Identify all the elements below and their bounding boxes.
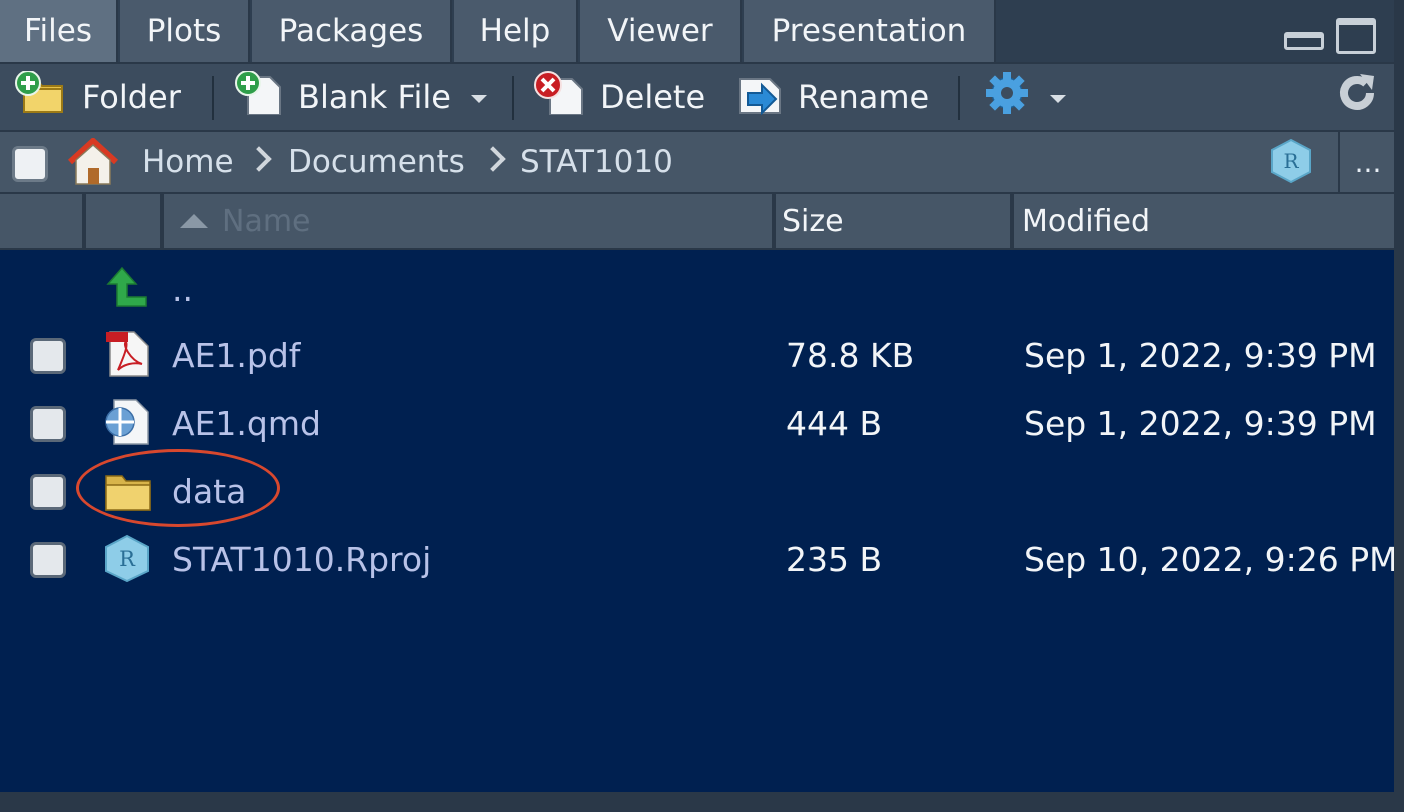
list-item-file[interactable]: AE1.qmd 444 B Sep 1, 2022, 9:39 PM [0, 390, 1394, 456]
breadcrumb-stat1010[interactable]: STAT1010 [520, 132, 673, 192]
tab-presentation[interactable]: Presentation [744, 0, 996, 62]
delete-icon [532, 71, 588, 123]
file-modified: Sep 1, 2022, 9:39 PM [1024, 403, 1377, 443]
select-all-checkbox[interactable] [12, 146, 48, 182]
pdf-icon [104, 330, 150, 378]
maximize-pane-button[interactable] [1336, 18, 1376, 54]
new-blank-file-label: Blank File [298, 78, 451, 116]
new-folder-button[interactable]: Folder [14, 64, 181, 130]
pane-tab-bar: Files Plots Packages Help Viewer Present… [0, 0, 1394, 62]
up-arrow-icon [104, 264, 150, 312]
file-size: 78.8 KB [786, 335, 915, 375]
chevron-down-icon [470, 95, 487, 103]
pane-right-border [1394, 0, 1404, 812]
chevron-right-icon [480, 146, 506, 172]
new-folder-icon [14, 70, 70, 123]
new-folder-label: Folder [82, 78, 181, 116]
rename-icon [736, 71, 786, 123]
row-checkbox[interactable] [30, 406, 66, 442]
row-checkbox[interactable] [30, 474, 66, 510]
minimize-pane-button[interactable] [1284, 32, 1324, 50]
chevron-down-icon [1050, 95, 1066, 103]
new-file-icon [234, 70, 286, 123]
rename-label: Rename [798, 78, 930, 116]
file-size: 235 B [786, 539, 883, 579]
files-toolbar: Folder Blank File Delete Rename [0, 62, 1394, 132]
header-icon-column [86, 194, 164, 248]
header-size[interactable]: Size [776, 194, 1014, 248]
breadcrumb-home[interactable]: Home [142, 132, 234, 192]
refresh-button[interactable] [1334, 64, 1380, 130]
delete-button[interactable]: Delete [532, 64, 705, 130]
file-modified: Sep 10, 2022, 9:26 PM [1024, 539, 1394, 579]
quarto-icon [104, 398, 150, 446]
gear-icon [984, 70, 1030, 124]
row-checkbox[interactable] [30, 542, 66, 578]
delete-label: Delete [600, 78, 706, 116]
file-modified: Sep 1, 2022, 9:39 PM [1024, 335, 1377, 375]
rproj-icon: R [104, 534, 150, 583]
file-name[interactable]: .. [172, 256, 193, 322]
breadcrumb-documents[interactable]: Documents [288, 132, 465, 192]
toolbar-separator [958, 76, 960, 120]
breadcrumb: Home Documents STAT1010 R ... [0, 132, 1394, 194]
list-item-file[interactable]: R STAT1010.Rproj 235 B Sep 10, 2022, 9:2… [0, 526, 1394, 592]
file-list-header: Name Size Modified [0, 194, 1394, 250]
file-name[interactable]: AE1.qmd [172, 390, 321, 456]
more-options-button[interactable]: ... [1338, 132, 1396, 192]
highlight-ellipse-annotation [76, 449, 280, 527]
header-checkbox-column [0, 194, 86, 248]
rename-button[interactable]: Rename [736, 64, 929, 130]
toolbar-separator [212, 76, 214, 120]
tab-help[interactable]: Help [454, 0, 578, 62]
more-actions-button[interactable] [984, 64, 1066, 130]
chevron-right-icon [246, 146, 272, 172]
svg-text:R: R [1283, 149, 1299, 173]
list-item-file[interactable]: AE1.pdf 78.8 KB Sep 1, 2022, 9:39 PM [0, 322, 1394, 388]
header-name-label: Name [222, 203, 311, 239]
header-name[interactable]: Name [164, 194, 776, 248]
tab-files[interactable]: Files [0, 0, 118, 62]
files-pane: Files Plots Packages Help Viewer Present… [0, 0, 1394, 812]
home-icon[interactable] [66, 136, 120, 190]
file-name[interactable]: AE1.pdf [172, 322, 300, 388]
tab-plots[interactable]: Plots [120, 0, 250, 62]
refresh-icon [1334, 70, 1380, 124]
header-modified[interactable]: Modified [1014, 194, 1394, 248]
pane-bottom-border [0, 792, 1394, 812]
toolbar-separator [512, 76, 514, 120]
list-item-parent-dir[interactable]: .. [0, 256, 1394, 322]
row-checkbox[interactable] [30, 338, 66, 374]
svg-text:R: R [119, 547, 136, 571]
go-to-project-icon[interactable]: R [1268, 138, 1314, 188]
new-blank-file-button[interactable]: Blank File [234, 64, 487, 130]
file-size: 444 B [786, 403, 883, 443]
tab-viewer[interactable]: Viewer [580, 0, 742, 62]
sort-ascending-icon [180, 214, 208, 228]
file-name[interactable]: STAT1010.Rproj [172, 526, 431, 592]
tab-packages[interactable]: Packages [252, 0, 452, 62]
